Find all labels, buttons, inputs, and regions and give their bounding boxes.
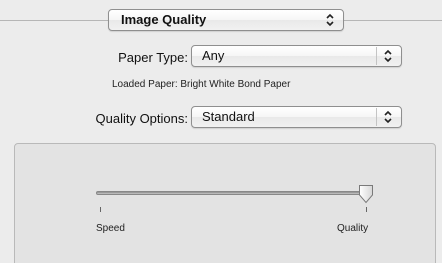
quality-slider-track[interactable]: [96, 191, 368, 195]
slider-tick-speed: [100, 207, 101, 212]
up-down-chevron-icon: [381, 109, 395, 125]
section-popup-value: Image Quality: [121, 12, 207, 27]
slider-thumb-icon[interactable]: [358, 184, 374, 204]
paper-type-popup-button[interactable]: Any: [191, 45, 402, 67]
up-down-chevron-icon: [381, 48, 395, 64]
quality-options-value: Standard: [202, 109, 255, 124]
paper-type-label: Paper Type:: [118, 50, 188, 65]
popup-separator: [376, 108, 377, 126]
up-down-chevron-icon: [323, 12, 337, 28]
popup-separator: [376, 47, 377, 65]
slider-tick-quality: [366, 207, 367, 212]
quality-options-popup-button[interactable]: Standard: [191, 106, 402, 128]
section-popup-button[interactable]: Image Quality: [108, 9, 344, 31]
slider-min-label: Speed: [96, 223, 125, 234]
paper-type-value: Any: [202, 48, 225, 63]
quality-options-label: Quality Options:: [95, 111, 189, 126]
loaded-paper-text: Loaded Paper: Bright White Bond Paper: [112, 79, 291, 90]
slider-max-label: Quality: [337, 223, 369, 234]
